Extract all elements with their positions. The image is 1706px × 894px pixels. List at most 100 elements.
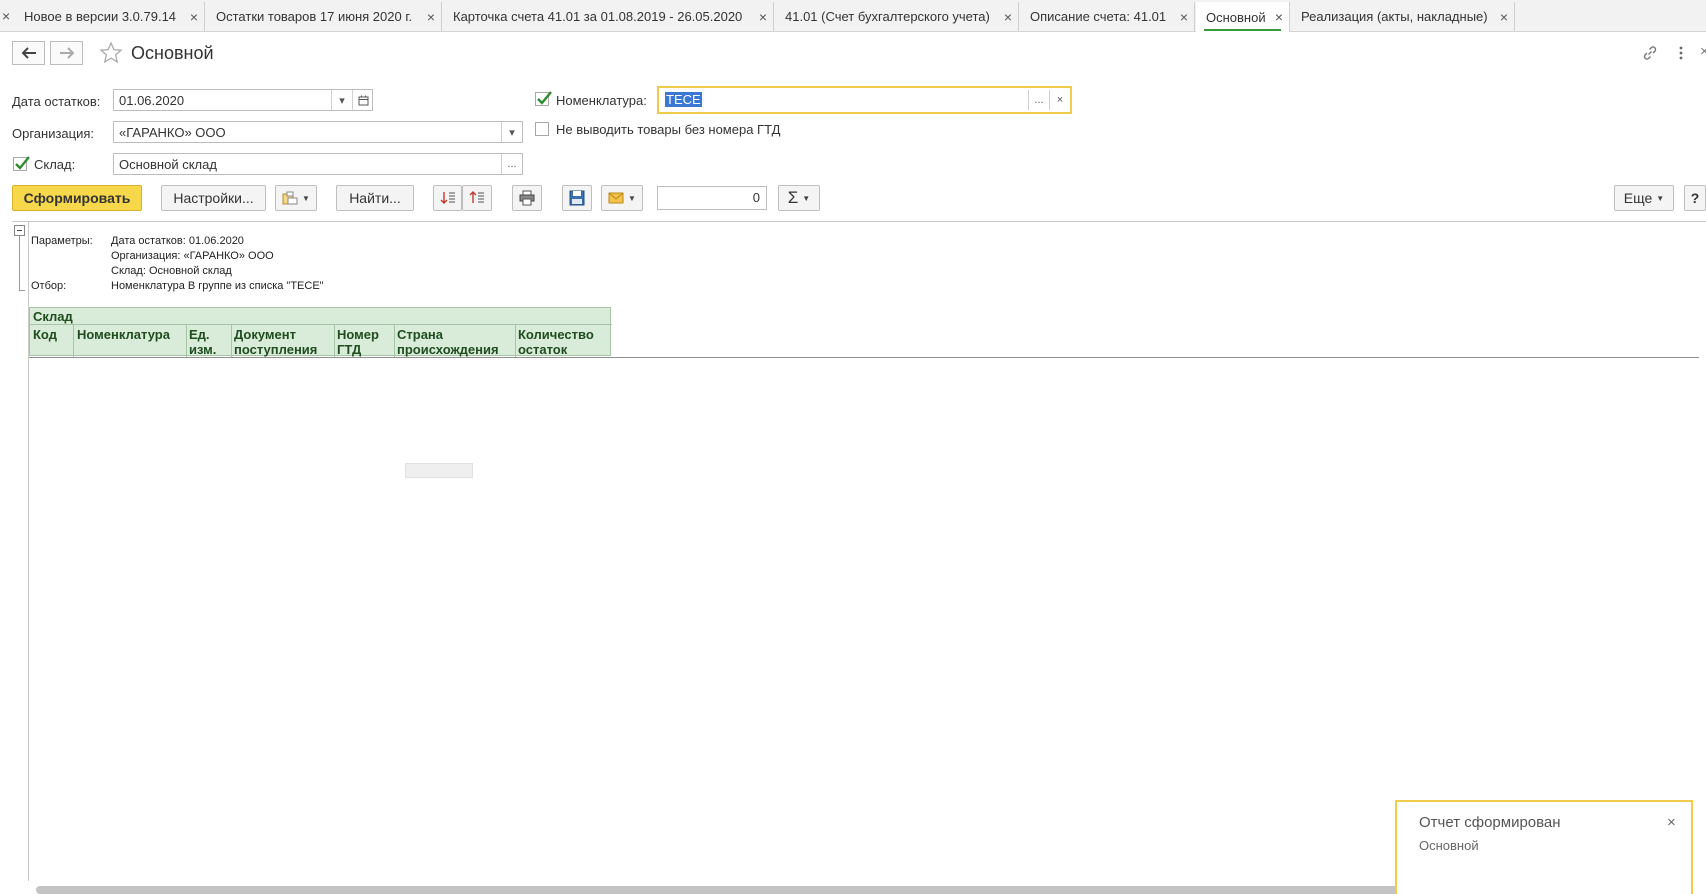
no-gtd-label: Не выводить товары без номера ГТД: [556, 122, 781, 137]
filter-value: Номенклатура В группе из списка "ТЕСЕ": [111, 280, 324, 292]
link-icon[interactable]: [1641, 44, 1659, 62]
tab-close-icon[interactable]: ×: [759, 9, 767, 25]
notification-subtitle[interactable]: Основной: [1419, 838, 1479, 853]
tab-label: Новое в версии 3.0.79.14: [24, 9, 177, 24]
chevron-down-icon: ▼: [628, 193, 636, 203]
collapse-all-icon: [469, 191, 484, 203]
variant-button[interactable]: ▼: [275, 185, 317, 211]
notification-popup[interactable]: Отчет сформирован Основной ×: [1395, 800, 1693, 894]
column-header: Количество остаток: [518, 327, 594, 357]
tab-account-card[interactable]: Карточка счета 41.01 за 01.08.2019 - 26.…: [443, 2, 774, 31]
sum-mode-button[interactable]: Σ ▼: [778, 185, 820, 211]
warehouse-checkbox[interactable]: [13, 156, 30, 171]
chevron-down-icon: ▼: [1656, 193, 1665, 203]
column-header: Ед. изм.: [189, 327, 217, 357]
report-table-header: Склад Код Номенклатура Ед. изм. Документ…: [29, 307, 612, 357]
tab-stock-report[interactable]: Остатки товаров 17 июня 2020 г. ×: [206, 2, 442, 31]
org-field[interactable]: «ГАРАНКО» ООО ▾: [113, 121, 523, 143]
expand-groups-button[interactable]: [433, 185, 462, 211]
column-separator: [186, 324, 187, 357]
collapse-groups-button[interactable]: [462, 185, 492, 211]
settings-button[interactable]: Настройки...: [161, 185, 266, 211]
param-line: Организация: «ГАРАНКО» ООО: [111, 250, 274, 262]
tab-label: Основной: [1206, 9, 1266, 25]
tab-close-icon[interactable]: ×: [1004, 9, 1012, 25]
warehouse-field[interactable]: Основной склад ...: [113, 153, 523, 175]
date-field[interactable]: 01.06.2020 ▾: [113, 89, 373, 111]
tab-account-41[interactable]: 41.01 (Счет бухгалтерского учета) ×: [775, 2, 1019, 31]
chevron-down-icon: ▼: [302, 193, 310, 203]
nomenclature-label: Номенклатура:: [556, 93, 647, 108]
more-vertical-icon[interactable]: [1672, 44, 1690, 62]
back-button[interactable]: [12, 41, 45, 65]
arrow-right-icon: [59, 47, 74, 59]
tab-bar: × Новое в версии 3.0.79.14 × Остатки тов…: [0, 0, 1706, 32]
calendar-icon: [358, 95, 368, 105]
date-dropdown-button[interactable]: ▾: [331, 90, 352, 110]
tab-close-icon[interactable]: ×: [2, 8, 10, 24]
favorite-star-icon[interactable]: [99, 41, 123, 65]
param-line: Склад: Основной склад: [111, 265, 232, 277]
sigma-icon: Σ: [787, 188, 799, 207]
tab-label: 41.01 (Счет бухгалтерского учета): [785, 9, 990, 24]
find-button[interactable]: Найти...: [336, 185, 414, 211]
column-header: Код: [33, 327, 57, 342]
warehouse-select-button[interactable]: ...: [501, 154, 522, 174]
column-separator: [394, 324, 395, 357]
generate-button[interactable]: Сформировать: [12, 185, 142, 211]
org-dropdown-button[interactable]: ▾: [501, 122, 522, 142]
nomenclature-field[interactable]: ТЕСЕ ... ×: [657, 86, 1072, 114]
tab-account-description[interactable]: Описание счета: 41.01 ×: [1020, 2, 1195, 31]
printer-icon: [519, 190, 535, 206]
sum-field[interactable]: 0: [657, 186, 767, 210]
close-form-icon[interactable]: ×: [1700, 43, 1706, 60]
date-value: 01.06.2020: [119, 93, 185, 108]
tab-close-icon[interactable]: ×: [1275, 9, 1283, 25]
header-divider: [30, 324, 612, 325]
calendar-button[interactable]: [352, 90, 373, 110]
group-bracket: [19, 236, 25, 291]
tab-close-icon[interactable]: ×: [427, 9, 435, 25]
column-separator: [73, 324, 74, 357]
date-label: Дата остатков:: [12, 94, 101, 109]
tab-close-icon[interactable]: ×: [1500, 9, 1508, 25]
tab-label: Остатки товаров 17 июня 2020 г.: [216, 9, 413, 24]
tab-sales[interactable]: Реализация (акты, накладные) ×: [1291, 2, 1515, 31]
notification-title: Отчет сформирован: [1419, 814, 1561, 831]
org-label: Организация:: [12, 126, 95, 141]
more-button[interactable]: Еще ▼: [1614, 185, 1674, 211]
sum-value: 0: [752, 190, 760, 205]
column-header: Номенклатура: [77, 327, 170, 342]
org-value: «ГАРАНКО» ООО: [119, 125, 226, 140]
tab-whats-new[interactable]: Новое в версии 3.0.79.14 ×: [14, 2, 205, 31]
tab-osnovnoy[interactable]: Основной ×: [1196, 2, 1290, 32]
column-header: Номер ГТД: [337, 327, 379, 357]
nomenclature-checkbox[interactable]: [535, 91, 552, 106]
floppy-disk-icon: [569, 190, 585, 206]
warehouse-value: Основной склад: [119, 157, 217, 172]
column-header: Документ поступления: [234, 327, 318, 357]
save-button[interactable]: [562, 185, 592, 211]
tab-label: Описание счета: 41.01: [1030, 9, 1167, 24]
nomenclature-clear-button[interactable]: ×: [1049, 90, 1070, 110]
collapse-group-icon[interactable]: [14, 225, 25, 236]
no-gtd-checkbox[interactable]: [535, 122, 549, 136]
close-icon[interactable]: ×: [1667, 814, 1676, 831]
forward-button[interactable]: [50, 41, 83, 65]
page-title: Основной: [131, 43, 214, 63]
tab-close-icon[interactable]: ×: [1180, 9, 1188, 25]
header-bottom-line: [29, 357, 1699, 358]
more-label: Еще: [1623, 190, 1653, 206]
tab-close-icon[interactable]: ×: [190, 9, 198, 25]
checkmark-icon: [15, 156, 30, 170]
expand-all-icon: [440, 192, 455, 204]
envelope-icon: [608, 192, 624, 204]
tab-label: Реализация (акты, накладные): [1301, 9, 1488, 24]
warehouse-label: Склад:: [34, 157, 76, 172]
arrow-left-icon: [21, 47, 36, 59]
nomenclature-select-button[interactable]: ...: [1028, 90, 1049, 110]
help-button[interactable]: ?: [1684, 185, 1706, 211]
send-email-button[interactable]: ▼: [601, 185, 643, 211]
print-button[interactable]: [512, 185, 542, 211]
checkmark-icon: [537, 91, 552, 105]
